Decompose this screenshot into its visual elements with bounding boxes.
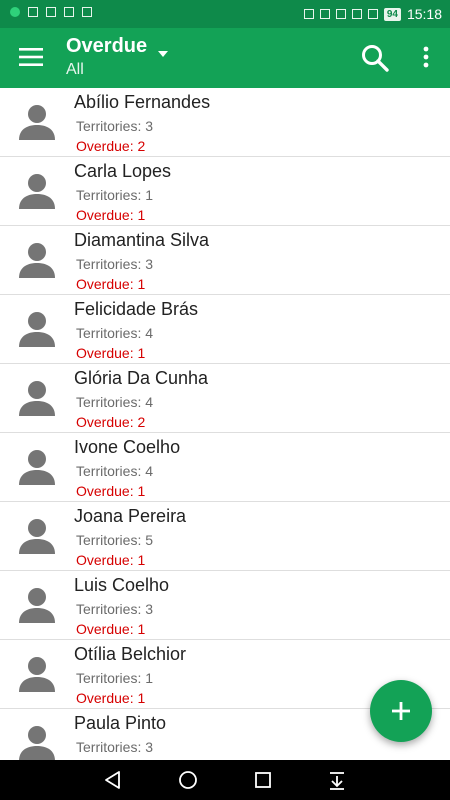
list-item[interactable]: Luis Coelho Territories: 3 Overdue: 1 — [0, 571, 450, 640]
avatar-icon — [19, 588, 55, 623]
list-item[interactable]: Diamantina Silva Territories: 3 Overdue:… — [0, 226, 450, 295]
usb-icon — [46, 7, 56, 17]
gallery-icon — [64, 7, 74, 17]
avatar-icon — [19, 726, 55, 760]
person-name: Otília Belchior — [74, 644, 187, 664]
territories-count: Territories: 3 — [76, 118, 154, 134]
app-bar: Overdue All — [0, 28, 450, 88]
navigation-bar — [0, 760, 450, 800]
avatar-icon — [19, 243, 55, 278]
person-name: Felicidade Brás — [74, 299, 199, 319]
territories-count: Territories: 1 — [76, 670, 154, 686]
overdue-count: Overdue: 1 — [76, 276, 146, 292]
person-name: Glória Da Cunha — [74, 368, 209, 388]
filter-selector[interactable]: Overdue All — [66, 33, 147, 81]
territories-count: Territories: 5 — [76, 532, 154, 548]
avatar-icon — [19, 381, 55, 416]
dropdown-arrow-icon[interactable] — [156, 49, 170, 59]
signal-icon — [367, 9, 378, 19]
list-item[interactable]: Ivone Coelho Territories: 4 Overdue: 1 — [0, 433, 450, 502]
screen-icon — [82, 7, 92, 17]
overdue-count: Overdue: 2 — [76, 414, 146, 430]
status-time: 15:18 — [406, 6, 442, 22]
avatar-icon — [19, 105, 55, 140]
avatar-icon — [19, 657, 55, 692]
person-name: Abílio Fernandes — [74, 92, 211, 112]
home-icon[interactable] — [176, 768, 200, 792]
territories-count: Territories: 3 — [76, 739, 154, 755]
list-item[interactable]: Abílio Fernandes Territories: 3 Overdue:… — [0, 88, 450, 157]
avatar-icon — [19, 312, 55, 347]
wifi-icon — [351, 9, 362, 19]
list-item[interactable]: Carla Lopes Territories: 1 Overdue: 1 — [0, 157, 450, 226]
add-button[interactable] — [370, 680, 432, 742]
search-icon[interactable] — [360, 43, 390, 73]
avatar-icon — [19, 450, 55, 485]
territories-count: Territories: 4 — [76, 463, 154, 479]
status-icons-left — [10, 7, 92, 17]
list-item[interactable]: Felicidade Brás Territories: 4 Overdue: … — [0, 295, 450, 364]
battery-level: 94 — [383, 7, 401, 21]
person-name: Luis Coelho — [74, 575, 170, 595]
headset-icon — [303, 9, 314, 19]
person-name: Carla Lopes — [74, 161, 172, 181]
person-name: Paula Pinto — [74, 713, 167, 733]
page-title: Overdue — [66, 35, 148, 57]
status-bar: 94 15:18 — [0, 0, 450, 28]
overdue-count: Overdue: 1 — [76, 621, 146, 637]
territories-count: Territories: 3 — [76, 601, 154, 617]
territories-count: Territories: 4 — [76, 325, 154, 341]
person-name: Joana Pereira — [74, 506, 187, 526]
territories-count: Territories: 3 — [76, 256, 154, 272]
more-options-icon[interactable] — [418, 45, 434, 71]
overdue-count: Overdue: 1 — [76, 690, 146, 706]
overdue-list[interactable]: Abílio Fernandes Territories: 3 Overdue:… — [0, 88, 450, 760]
page-subtitle: All — [66, 61, 84, 78]
recents-icon[interactable] — [251, 768, 275, 792]
status-icons-right: 94 15:18 — [303, 6, 442, 22]
usb-icon — [28, 7, 38, 17]
overdue-count: Overdue: 1 — [76, 345, 146, 361]
nfc-icon — [319, 9, 330, 19]
menu-icon[interactable] — [19, 47, 43, 67]
territories-count: Territories: 1 — [76, 187, 154, 203]
person-name: Diamantina Silva — [74, 230, 210, 250]
plus-icon — [392, 702, 410, 720]
overdue-count: Overdue: 1 — [76, 207, 146, 223]
back-icon[interactable] — [101, 768, 125, 792]
overdue-count: Overdue: 2 — [76, 138, 146, 154]
whatsapp-icon — [10, 7, 20, 17]
vibrate-icon — [335, 9, 346, 19]
list-item[interactable]: Joana Pereira Territories: 5 Overdue: 1 — [0, 502, 450, 571]
notification-pull-icon[interactable] — [325, 768, 349, 792]
overdue-count: Overdue: 1 — [76, 483, 146, 499]
avatar-icon — [19, 519, 55, 554]
avatar-icon — [19, 174, 55, 209]
person-name: Ivone Coelho — [74, 437, 181, 457]
territories-count: Territories: 4 — [76, 394, 154, 410]
overdue-count: Overdue: 1 — [76, 552, 146, 568]
list-item[interactable]: Glória Da Cunha Territories: 4 Overdue: … — [0, 364, 450, 433]
